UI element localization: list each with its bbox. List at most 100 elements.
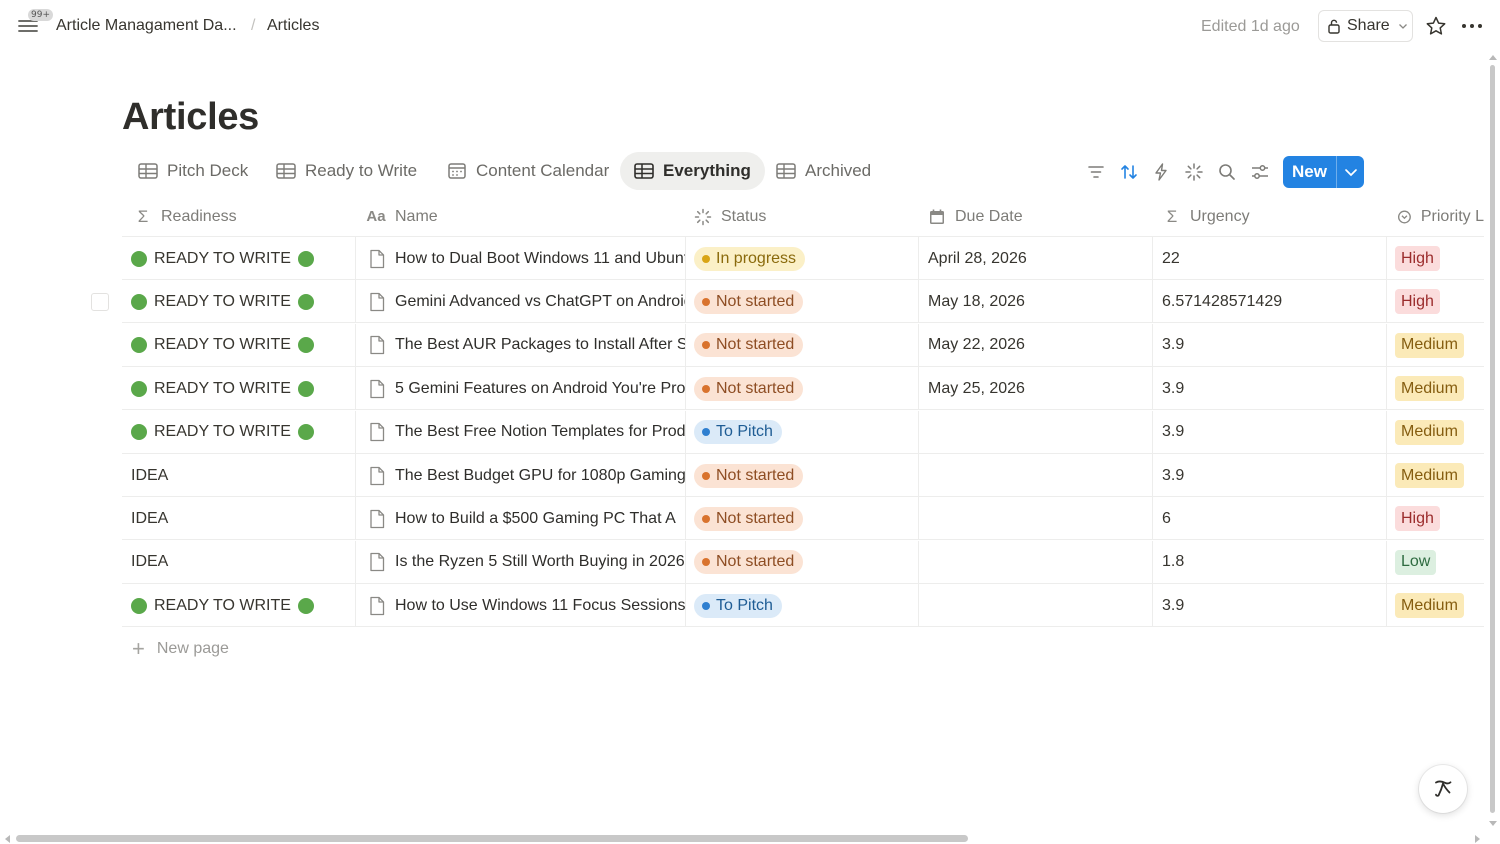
article-title[interactable]: How to Build a $500 Gaming PC That A [395,510,676,528]
column-header-due-date[interactable]: Due Date [928,196,1023,237]
urgency-cell[interactable]: 3.9 [1153,454,1387,497]
name-cell[interactable]: How to Use Windows 11 Focus Sessions [356,584,686,628]
readiness-cell[interactable]: READY TO WRITE [122,280,356,324]
row-select-checkbox[interactable] [91,293,109,311]
name-cell[interactable]: The Best Free Notion Templates for Produ… [356,410,686,454]
priority-cell[interactable]: Medium [1387,454,1484,497]
urgency-cell[interactable]: 22 [1153,237,1387,280]
vertical-scroll-thumb[interactable] [1490,65,1495,813]
priority-cell[interactable]: Medium [1387,584,1484,627]
status-cell[interactable]: In progress [686,237,919,280]
table-row[interactable]: READY TO WRITE How to Use Windows 11 Focu… [122,584,1484,628]
edited-timestamp[interactable]: Edited 1d ago [1201,18,1300,36]
due-date-cell[interactable] [919,584,1153,628]
ai-autofill-button[interactable] [1184,162,1204,182]
name-cell[interactable]: How to Dual Boot Windows 11 and Ubuntu [356,237,686,280]
article-title[interactable]: The Best Budget GPU for 1080p Gaming [395,467,685,485]
new-button[interactable]: New [1283,156,1364,188]
status-cell[interactable]: Not started [686,497,919,541]
status-cell[interactable]: To Pitch [686,410,919,454]
new-dropdown-button[interactable] [1337,156,1364,188]
due-date-cell[interactable]: May 25, 2026 [919,367,1153,411]
scroll-right-arrow-icon[interactable] [1474,834,1482,844]
tab-archived[interactable]: Archived [762,152,885,190]
status-cell[interactable]: Not started [686,540,919,584]
tab-pitch-deck[interactable]: Pitch Deck [124,152,262,190]
article-title[interactable]: The Best AUR Packages to Install After S… [395,336,685,354]
readiness-cell[interactable]: READY TO WRITE [122,237,356,280]
readiness-cell[interactable]: READY TO WRITE [122,584,356,628]
article-title[interactable]: Is the Ryzen 5 Still Worth Buying in 202… [395,553,685,571]
name-cell[interactable]: The Best AUR Packages to Install After S… [356,323,686,367]
column-header-priority[interactable]: Priority L [1397,196,1484,237]
more-options-button[interactable] [1460,16,1484,36]
article-title[interactable]: How to Dual Boot Windows 11 and Ubuntu [395,250,685,268]
column-header-urgency[interactable]: Σ Urgency [1163,196,1250,237]
status-cell[interactable]: To Pitch [686,584,919,628]
breadcrumb-parent[interactable]: Article Managament Da... [56,17,237,35]
priority-cell[interactable]: Medium [1387,411,1484,454]
table-row[interactable]: READY TO WRITE Gemini Advanced vs ChatGPT… [122,280,1484,324]
urgency-cell[interactable]: 1.8 [1153,540,1387,584]
search-button[interactable] [1217,162,1237,182]
article-title[interactable]: How to Use Windows 11 Focus Sessions [395,597,685,615]
priority-cell[interactable]: High [1387,237,1484,280]
tab-everything[interactable]: Everything [620,152,765,190]
due-date-cell[interactable]: May 18, 2026 [919,280,1153,324]
article-title[interactable]: The Best Free Notion Templates for Produ… [395,423,685,441]
urgency-cell[interactable]: 3.9 [1153,584,1387,628]
readiness-cell[interactable]: READY TO WRITE [122,410,356,454]
due-date-cell[interactable] [919,410,1153,454]
table-row[interactable]: READY TO WRITE 5 Gemini Features on Andro… [122,367,1484,411]
priority-cell[interactable]: High [1387,497,1484,540]
breadcrumb-current[interactable]: Articles [267,17,319,35]
column-header-name[interactable]: Aa Name [366,196,437,237]
scroll-left-arrow-icon[interactable] [3,834,11,844]
name-cell[interactable]: Is the Ryzen 5 Still Worth Buying in 202… [356,540,686,584]
due-date-cell[interactable] [919,497,1153,541]
readiness-cell[interactable]: IDEA [122,497,356,541]
column-header-status[interactable]: Status [694,196,766,237]
horizontal-scroll-thumb[interactable] [16,835,968,842]
table-row[interactable]: READY TO WRITE The Best AUR Packages to I… [122,323,1484,367]
priority-cell[interactable]: Medium [1387,367,1484,410]
automations-button[interactable] [1151,162,1171,182]
status-cell[interactable]: Not started [686,280,919,324]
sort-button[interactable] [1119,162,1139,182]
vertical-scrollbar[interactable] [1488,55,1496,825]
readiness-cell[interactable]: IDEA [122,540,356,584]
priority-cell[interactable]: Low [1387,541,1484,584]
article-title[interactable]: 5 Gemini Features on Android You're Prob… [395,380,685,398]
readiness-cell[interactable]: IDEA [122,454,356,497]
favorite-button[interactable] [1425,15,1447,37]
urgency-cell[interactable]: 3.9 [1153,323,1387,367]
due-date-cell[interactable]: April 28, 2026 [919,237,1153,280]
new-button-label[interactable]: New [1283,156,1337,188]
new-page-button[interactable]: + New page [132,638,229,660]
priority-cell[interactable]: High [1387,280,1484,323]
name-cell[interactable]: How to Build a $500 Gaming PC That A [356,497,686,541]
name-cell[interactable]: 5 Gemini Features on Android You're Prob… [356,367,686,411]
readiness-cell[interactable]: READY TO WRITE [122,323,356,367]
due-date-cell[interactable]: May 22, 2026 [919,323,1153,367]
table-row[interactable]: READY TO WRITE How to Dual Boot Windows 1… [122,237,1484,280]
horizontal-scrollbar[interactable] [0,832,1488,844]
status-cell[interactable]: Not started [686,454,919,497]
ai-assistant-button[interactable] [1419,765,1467,813]
table-row[interactable]: IDEA How to Build a $500 Gaming PC That A… [122,497,1484,541]
table-row[interactable]: READY TO WRITE The Best Free Notion Templ… [122,410,1484,454]
article-title[interactable]: Gemini Advanced vs ChatGPT on Android [395,293,685,311]
readiness-cell[interactable]: READY TO WRITE [122,367,356,411]
tab-ready-to-write[interactable]: Ready to Write [262,152,431,190]
urgency-cell[interactable]: 6.571428571429 [1153,280,1387,324]
scroll-down-arrow-icon[interactable] [1488,820,1498,828]
scroll-up-arrow-icon[interactable] [1488,53,1498,61]
urgency-cell[interactable]: 6 [1153,497,1387,541]
column-header-readiness[interactable]: Σ Readiness [134,196,237,237]
urgency-cell[interactable]: 3.9 [1153,367,1387,411]
view-settings-button[interactable] [1250,162,1270,182]
urgency-cell[interactable]: 3.9 [1153,410,1387,454]
notification-badge[interactable]: 99+ [28,9,53,21]
status-cell[interactable]: Not started [686,323,919,367]
table-row[interactable]: IDEA The Best Budget GPU for 1080p Gaming… [122,454,1484,497]
